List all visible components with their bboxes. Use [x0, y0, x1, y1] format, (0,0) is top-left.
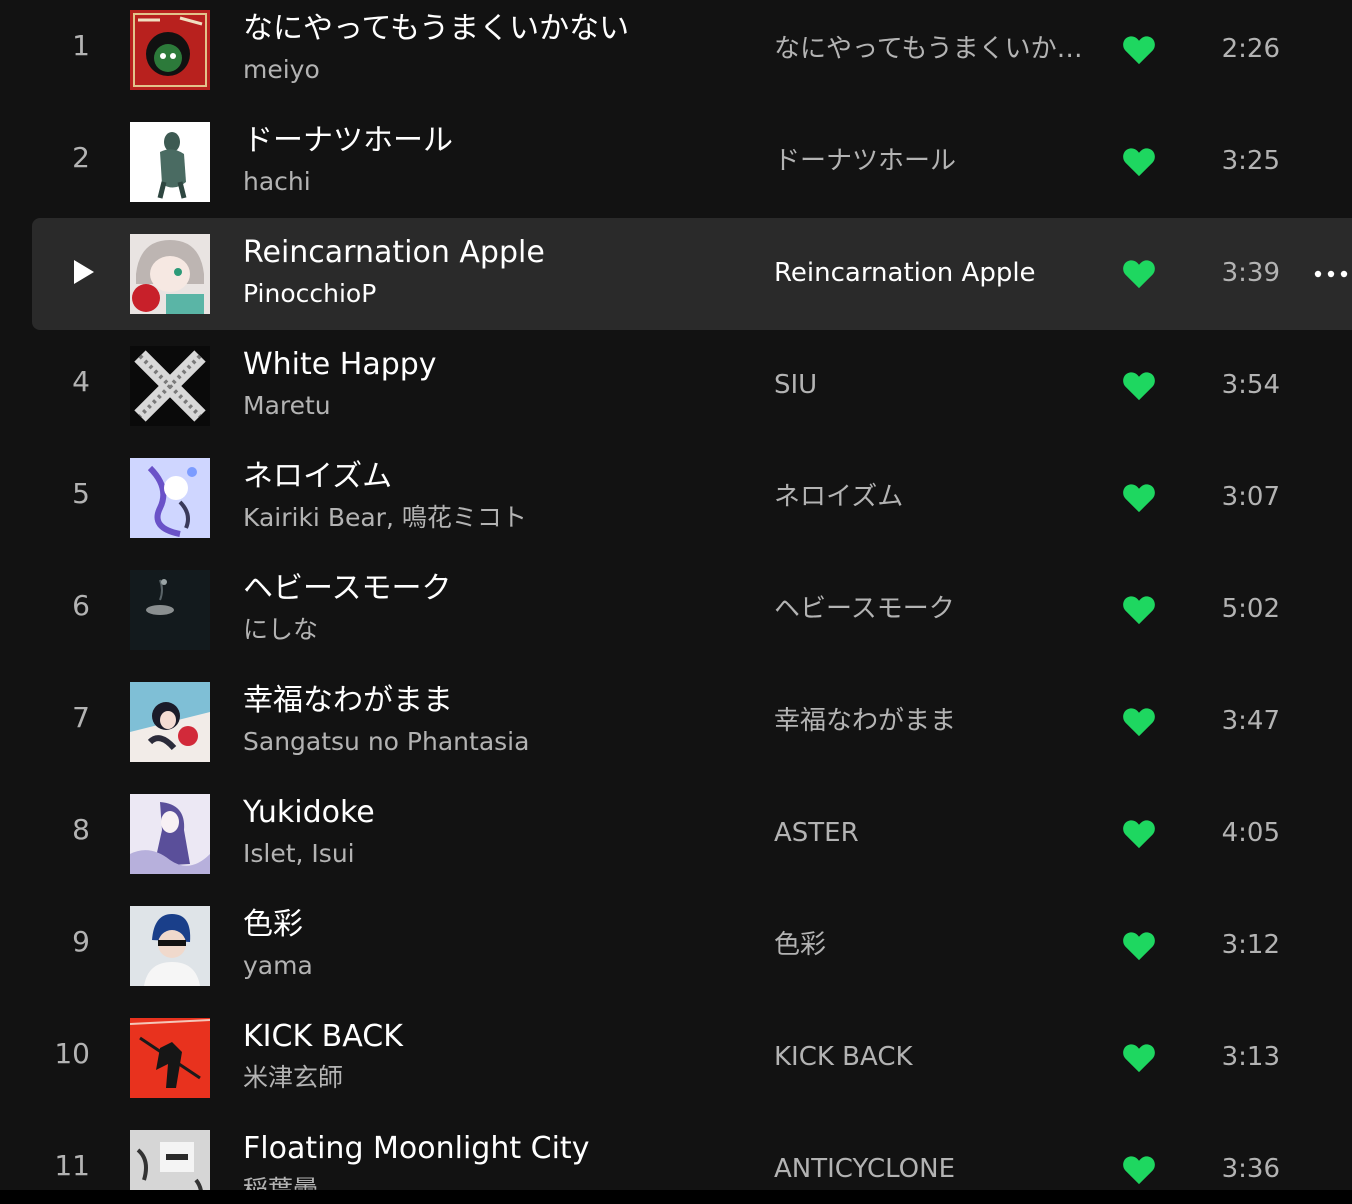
heart-icon[interactable] — [1122, 818, 1156, 850]
track-title[interactable]: White Happy — [243, 346, 437, 384]
track-duration: 3:39 — [1221, 258, 1280, 288]
track-number: 2 — [72, 141, 90, 174]
track-artist[interactable]: yama — [243, 950, 313, 982]
track-number: 10 — [54, 1037, 90, 1070]
track-duration: 3:12 — [1221, 930, 1280, 960]
album-cover — [130, 682, 210, 762]
heart-icon[interactable] — [1122, 146, 1156, 178]
album-cover — [130, 570, 210, 650]
heart-icon[interactable] — [1122, 594, 1156, 626]
track-artist[interactable]: Kairiki Bear, 鳴花ミコト — [243, 502, 527, 534]
track-artist[interactable]: meiyo — [243, 54, 320, 86]
album-cover — [130, 234, 210, 314]
track-number: 5 — [72, 477, 90, 510]
track-duration: 3:07 — [1221, 482, 1280, 512]
track-artist[interactable]: Maretu — [243, 390, 331, 422]
track-duration: 3:54 — [1221, 370, 1280, 400]
track-artist[interactable]: 米津玄師 — [243, 1062, 343, 1094]
album-cover — [130, 1130, 210, 1190]
track-album[interactable]: ネロイズム — [774, 480, 1084, 514]
track-artist[interactable]: Islet, Isui — [243, 838, 355, 870]
more-options-icon[interactable] — [1312, 262, 1352, 286]
heart-icon[interactable] — [1122, 370, 1156, 402]
heart-icon[interactable] — [1122, 1154, 1156, 1186]
track-album[interactable]: SIU — [774, 368, 1084, 402]
heart-icon[interactable] — [1122, 34, 1156, 66]
track-number: 9 — [72, 925, 90, 958]
album-cover — [130, 458, 210, 538]
album-cover — [130, 346, 210, 426]
track-number: 6 — [72, 589, 90, 622]
track-album[interactable]: ASTER — [774, 816, 1084, 850]
track-album[interactable]: なにやってもうまくいかない — [774, 32, 1084, 66]
track-album[interactable]: KICK BACK — [774, 1040, 1084, 1074]
track-album[interactable]: 幸福なわがまま — [774, 704, 1084, 738]
track-row[interactable]: 2 ドーナツホール hachi ドーナツホール 3:25 — [32, 106, 1352, 218]
album-cover — [130, 10, 210, 90]
track-title[interactable]: Yukidoke — [243, 794, 375, 832]
track-row-active[interactable]: Reincarnation Apple PinocchioP Reincarna… — [32, 218, 1352, 330]
track-title[interactable]: 幸福なわがまま — [243, 682, 453, 720]
track-row[interactable]: 4 White Happy Maretu SIU 3:54 — [32, 330, 1352, 442]
track-duration: 2:26 — [1221, 34, 1280, 64]
bottom-bar — [0, 1190, 1352, 1204]
heart-icon[interactable] — [1122, 482, 1156, 514]
track-album[interactable]: 色彩 — [774, 928, 1084, 962]
track-row[interactable]: 5 ネロイズム Kairiki Bear, 鳴花ミコト ネロイズム 3:07 — [32, 442, 1352, 554]
album-cover — [130, 794, 210, 874]
track-album[interactable]: ドーナツホール — [774, 144, 1084, 178]
track-title[interactable]: なにやってもうまくいかない — [243, 10, 629, 48]
track-title[interactable]: Reincarnation Apple — [243, 234, 545, 272]
track-title[interactable]: Floating Moonlight City — [243, 1130, 589, 1168]
track-duration: 3:13 — [1221, 1042, 1280, 1072]
track-artist[interactable]: hachi — [243, 166, 311, 198]
track-number: 11 — [54, 1149, 90, 1182]
track-duration: 3:36 — [1221, 1154, 1280, 1184]
track-artist[interactable]: Sangatsu no Phantasia — [243, 726, 529, 758]
track-title[interactable]: ネロイズム — [243, 458, 392, 496]
heart-icon[interactable] — [1122, 706, 1156, 738]
track-album[interactable]: Reincarnation Apple — [774, 256, 1084, 290]
track-title[interactable]: ドーナツホール — [243, 122, 453, 160]
track-row[interactable]: 7 幸福なわがまま Sangatsu no Phantasia 幸福なわがまま … — [32, 666, 1352, 778]
track-duration: 3:47 — [1221, 706, 1280, 736]
track-number: 7 — [72, 701, 90, 734]
track-number: 1 — [72, 29, 90, 62]
track-row[interactable]: 1 なにやってもうまくいかない meiyo なにやってもうまくいかない 2:26 — [32, 0, 1352, 106]
track-row[interactable]: 11 Floating Moonlight City 稲葉曇 ANTICYCLO… — [32, 1114, 1352, 1190]
track-title[interactable]: 色彩 — [243, 906, 303, 944]
album-cover — [130, 1018, 210, 1098]
track-row[interactable]: 6 ヘビースモーク にしな ヘビースモーク 5:02 — [32, 554, 1352, 666]
track-number: 8 — [72, 813, 90, 846]
track-title[interactable]: ヘビースモーク — [243, 570, 452, 608]
heart-icon[interactable] — [1122, 930, 1156, 962]
heart-icon[interactable] — [1122, 1042, 1156, 1074]
track-artist[interactable]: PinocchioP — [243, 278, 376, 310]
track-duration: 4:05 — [1221, 818, 1280, 848]
track-duration: 3:25 — [1221, 146, 1280, 176]
track-album[interactable]: ヘビースモーク — [774, 592, 1084, 626]
track-row[interactable]: 10 KICK BACK 米津玄師 KICK BACK 3:13 — [32, 1002, 1352, 1114]
track-number: 4 — [72, 365, 90, 398]
play-icon[interactable] — [74, 260, 94, 284]
track-artist[interactable]: にしな — [243, 614, 318, 646]
tracklist: 1 なにやってもうまくいかない meiyo なにやってもうまくいかない 2:26… — [0, 0, 1352, 1190]
track-duration: 5:02 — [1221, 594, 1280, 624]
album-cover — [130, 122, 210, 202]
album-cover — [130, 906, 210, 986]
heart-icon[interactable] — [1122, 258, 1156, 290]
track-row[interactable]: 8 Yukidoke Islet, Isui ASTER 4:05 — [32, 778, 1352, 890]
track-row[interactable]: 9 色彩 yama 色彩 3:12 — [32, 890, 1352, 1002]
track-title[interactable]: KICK BACK — [243, 1018, 403, 1056]
track-album[interactable]: ANTICYCLONE — [774, 1152, 1084, 1186]
track-artist[interactable]: 稲葉曇 — [243, 1174, 318, 1190]
